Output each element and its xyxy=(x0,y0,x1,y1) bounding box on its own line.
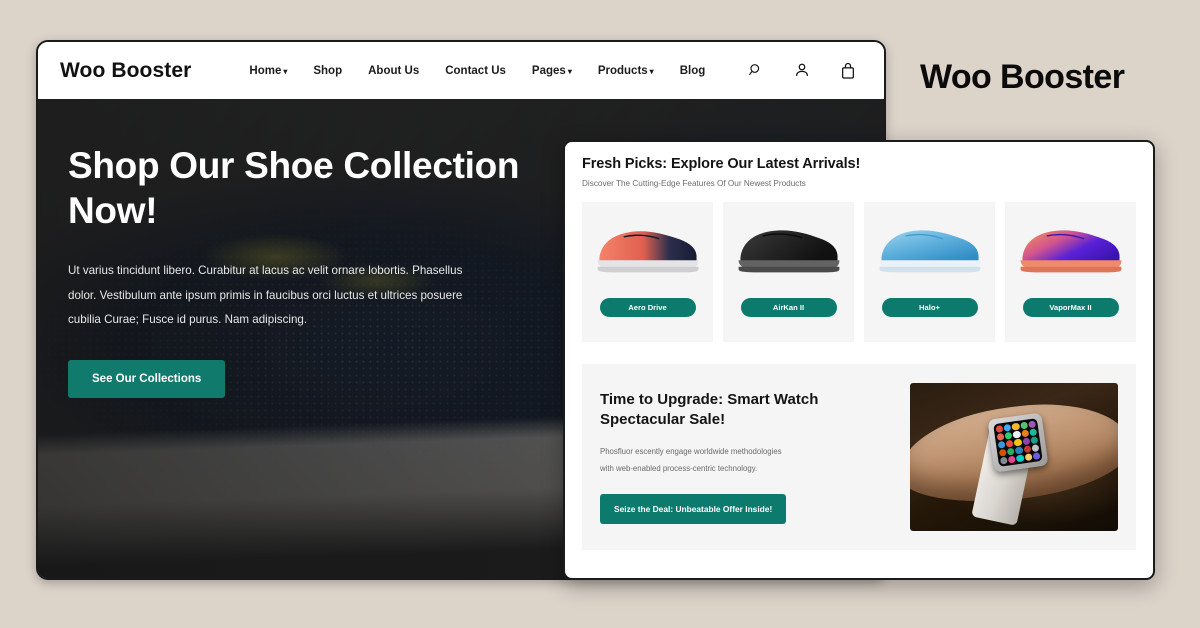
chevron-down-icon: ▾ xyxy=(567,66,572,76)
shoe-image-halo-plus xyxy=(874,218,986,280)
nav-item-contact-us[interactable]: Contact Us xyxy=(445,65,506,77)
product-card[interactable]: AirKan II xyxy=(723,202,854,342)
shoe-image-aero-drive xyxy=(592,218,704,280)
nav-item-products[interactable]: Products ▾ xyxy=(598,65,654,77)
header-icon-group xyxy=(748,62,862,80)
product-button[interactable]: VaporMax II xyxy=(1022,298,1119,317)
product-button[interactable]: Aero Drive xyxy=(599,298,696,317)
product-button[interactable]: Halo+ xyxy=(881,298,978,317)
nav-label: Products xyxy=(597,64,648,77)
nav-item-blog[interactable]: Blog xyxy=(680,65,706,77)
promo-description: Phosfluor escently engage worldwide meth… xyxy=(600,444,896,477)
nav-item-shop[interactable]: Shop xyxy=(313,65,342,77)
watch-face xyxy=(993,417,1044,467)
seize-the-deal-button[interactable]: Seize the Deal: Unbeatable Offer Inside! xyxy=(600,494,787,525)
product-card[interactable]: Aero Drive xyxy=(582,202,713,342)
cart-bag-icon[interactable] xyxy=(840,62,856,80)
product-grid: Aero Drive AirKan II Halo+ VaporMax II xyxy=(565,188,1153,342)
hero-description: Ut varius tincidunt libero. Curabitur at… xyxy=(68,264,463,326)
watch-body-shape xyxy=(987,412,1049,473)
see-our-collections-button[interactable]: See Our Collections xyxy=(68,360,226,399)
shoe-image-vapormax-ii xyxy=(1015,218,1127,280)
watch-app-grid xyxy=(993,417,1043,466)
overlay-subtitle: Discover The Cutting-Edge Features Of Ou… xyxy=(582,179,806,188)
shoe-image-airkan-ii xyxy=(733,218,845,280)
nav-item-home[interactable]: Home ▾ xyxy=(249,65,287,77)
chevron-down-icon: ▾ xyxy=(649,66,654,76)
side-brand-title: Woo Booster xyxy=(920,58,1125,96)
smartwatch-promo-section: Time to Upgrade: Smart Watch Spectacular… xyxy=(582,364,1136,550)
overlay-header: Fresh Picks: Explore Our Latest Arrivals… xyxy=(565,142,1153,188)
account-icon[interactable] xyxy=(794,62,810,80)
promo-description-line-1: Phosfluor escently engage worldwide meth… xyxy=(600,447,782,457)
search-icon[interactable] xyxy=(748,62,764,80)
smartwatch-photo xyxy=(910,383,1118,531)
hero-title: Shop Our Shoe Collection Now! xyxy=(68,145,520,232)
main-navigation: Home ▾ Shop About Us Contact Us Pages ▾ … xyxy=(249,65,705,77)
nav-item-about-us[interactable]: About Us xyxy=(368,65,419,77)
promo-description-line-2: with web-enabled process-centric technol… xyxy=(600,463,758,473)
latest-arrivals-overlay-card: Fresh Picks: Explore Our Latest Arrivals… xyxy=(563,140,1155,580)
promo-title: Time to Upgrade: Smart Watch Spectacular… xyxy=(600,390,819,429)
product-card[interactable]: VaporMax II xyxy=(1005,202,1136,342)
product-button[interactable]: AirKan II xyxy=(740,298,837,317)
product-card[interactable]: Halo+ xyxy=(864,202,995,342)
hero-content: Shop Our Shoe Collection Now! Ut varius … xyxy=(38,99,598,399)
promo-text-column: Time to Upgrade: Smart Watch Spectacular… xyxy=(600,390,910,525)
site-logo[interactable]: Woo Booster xyxy=(60,59,191,83)
overlay-title: Fresh Picks: Explore Our Latest Arrivals… xyxy=(582,156,861,172)
chevron-down-icon: ▾ xyxy=(283,66,288,76)
nav-label: Pages xyxy=(531,64,566,77)
nav-item-pages[interactable]: Pages ▾ xyxy=(532,65,572,77)
nav-label: Home xyxy=(249,64,282,77)
site-header: Woo Booster Home ▾ Shop About Us Contact… xyxy=(38,42,884,99)
